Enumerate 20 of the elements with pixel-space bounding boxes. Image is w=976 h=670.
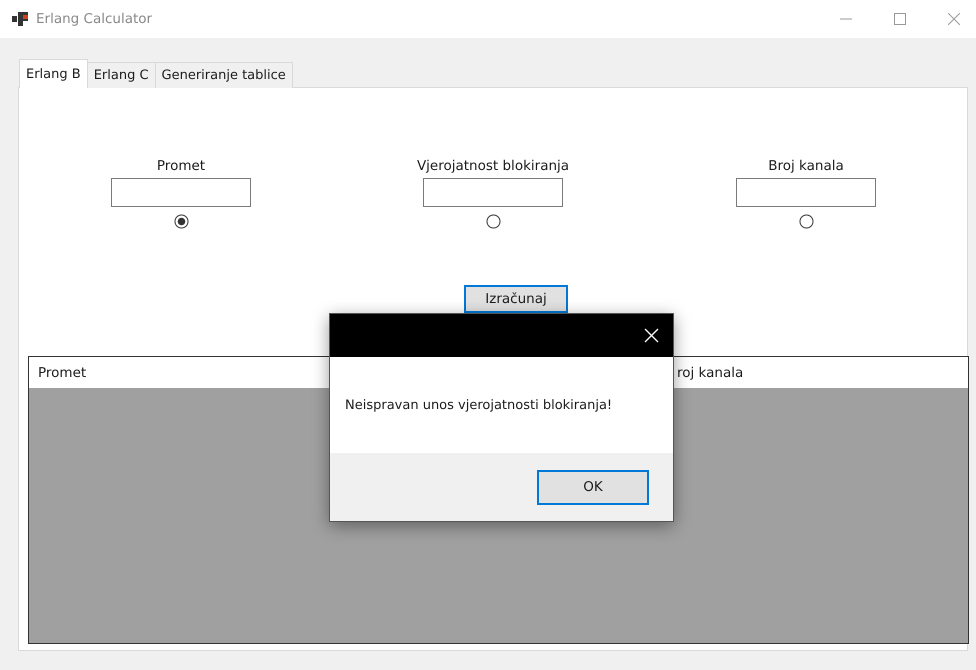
tab[interactable]: Generiranje tablice bbox=[154, 62, 293, 88]
ok-button[interactable]: OK bbox=[537, 470, 649, 504]
maximize-icon[interactable] bbox=[894, 13, 906, 25]
column-header: Promet bbox=[37, 364, 88, 380]
radio-button[interactable] bbox=[174, 214, 188, 229]
app-icon bbox=[12, 12, 28, 26]
column-header: roj kanala bbox=[676, 364, 744, 380]
input-field[interactable] bbox=[423, 178, 563, 207]
input-field[interactable] bbox=[111, 178, 251, 207]
tab[interactable]: Erlang B bbox=[19, 59, 88, 88]
radio-button[interactable] bbox=[798, 214, 814, 229]
input-field[interactable] bbox=[736, 178, 876, 207]
tab[interactable]: Erlang C bbox=[86, 62, 156, 88]
field-label: Promet bbox=[156, 158, 206, 174]
radio-button[interactable] bbox=[486, 214, 500, 229]
field-label: Broj kanala bbox=[768, 158, 844, 174]
dialog-message: Neispravan unos vjerojatnosti blokiranja! bbox=[345, 398, 612, 412]
calculate-button[interactable]: Izračunaj bbox=[464, 285, 568, 313]
field-label: Vjerojatnost blokiranja bbox=[416, 158, 570, 174]
window-title: Erlang Calculator bbox=[36, 11, 152, 27]
